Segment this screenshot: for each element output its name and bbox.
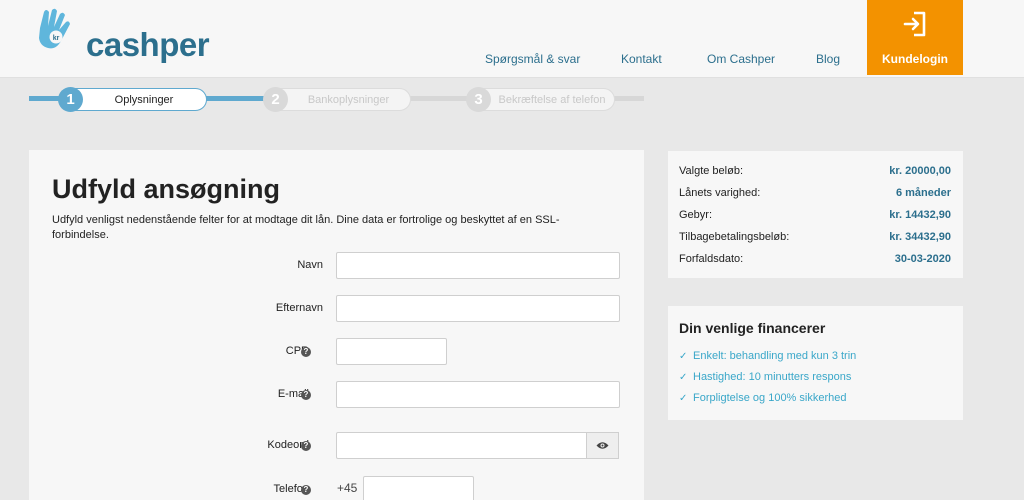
summary-row: Forfaldsdato: 30-03-2020: [679, 253, 951, 269]
phone-input[interactable]: [363, 476, 474, 500]
email-help-icon[interactable]: ?: [301, 390, 311, 400]
step-3: 3 Bekræftelse af telefon: [466, 87, 615, 112]
logo-wordmark: cashper: [86, 26, 210, 63]
summary-row: Gebyr: kr. 14432,90: [679, 209, 951, 225]
application-form: Udfyld ansøgning Udfyld venligst nedenst…: [29, 150, 644, 500]
summary-value: kr. 20000,00: [889, 165, 951, 177]
summary-row: Lånets varighed: 6 måneder: [679, 187, 951, 203]
summary-row: Tilbagebetalingsbeløb: kr. 34432,90: [679, 231, 951, 247]
progress-steps: 1 Oplysninger 2 Bankoplysninger 3 Bekræf…: [0, 79, 1024, 119]
loan-summary: Valgte beløb: kr. 20000,00 Lånets varigh…: [668, 151, 963, 278]
cpr-label: CPR: [285, 345, 309, 357]
summary-key: Lånets varighed:: [679, 187, 761, 199]
password-input[interactable]: [336, 432, 588, 459]
cpr-input[interactable]: [336, 338, 447, 365]
step-track-done: [29, 96, 59, 101]
form-intro-text: Udfyld venligst nedenstående felter for …: [52, 214, 560, 241]
site-header: kr cashper Spørgsmål & svar Kontakt Om C…: [0, 0, 1024, 78]
customer-login-button[interactable]: Kundelogin: [867, 0, 963, 75]
financer-feature-text: Forpligtelse og 100% sikkerhed: [693, 392, 847, 404]
phone-label: Telefon: [273, 483, 309, 495]
hand-logo-icon: kr: [39, 8, 70, 49]
summary-key: Tilbagebetalingsbeløb:: [679, 231, 790, 243]
nav-blog[interactable]: Blog: [816, 52, 840, 66]
efternavn-input[interactable]: [336, 295, 620, 322]
logo[interactable]: kr cashper: [34, 8, 210, 68]
financer-feature-text: Enkelt: behandling med kun 3 trin: [693, 350, 857, 362]
step-3-label: Bekræftelse af telefon: [498, 93, 606, 106]
eye-icon: [596, 442, 609, 449]
password-help-icon[interactable]: ?: [301, 441, 311, 451]
financer-title: Din venlige financerer: [679, 320, 826, 336]
step-track-current: [206, 96, 264, 101]
financer-feature: ✓ Hastighed: 10 minutters respons: [679, 371, 851, 383]
phone-prefix: +45: [337, 481, 358, 495]
email-input[interactable]: [336, 381, 620, 408]
summary-value: 6 måneder: [895, 187, 951, 199]
check-icon: ✓: [679, 393, 688, 404]
financer-feature: ✓ Enkelt: behandling med kun 3 trin: [679, 350, 856, 362]
nav-about[interactable]: Om Cashper: [707, 52, 775, 66]
customer-login-label: Kundelogin: [882, 52, 948, 66]
summary-key: Gebyr:: [679, 209, 713, 221]
financer-box: Din venlige financerer ✓ Enkelt: behandli…: [668, 306, 963, 420]
summary-value: kr. 14432,90: [889, 209, 951, 221]
check-icon: ✓: [679, 372, 688, 383]
nav-contact[interactable]: Kontakt: [621, 52, 662, 66]
show-password-button[interactable]: [586, 432, 619, 459]
step-2-label: Bankoplysninger: [307, 93, 390, 106]
cpr-help-icon[interactable]: ?: [301, 347, 311, 357]
summary-value: kr. 34432,90: [889, 231, 951, 243]
step-1-label: Oplysninger: [114, 93, 174, 106]
email-label: E-mail: [277, 388, 309, 400]
financer-feature: ✓ Forpligtelse og 100% sikkerhed: [679, 392, 846, 404]
password-label: Kodeord: [267, 439, 309, 451]
efternavn-label: Efternavn: [275, 302, 323, 314]
check-icon: ✓: [679, 351, 688, 362]
navn-input[interactable]: [336, 252, 620, 279]
summary-key: Valgte beløb:: [679, 165, 744, 177]
step-2: 2 Bankoplysninger: [263, 87, 411, 112]
step-1: 1 Oplysninger: [58, 87, 207, 112]
financer-feature-text: Hastighed: 10 minutters respons: [693, 371, 852, 383]
page-title: Udfyld ansøgning: [52, 174, 280, 204]
login-arrow-icon: [903, 11, 926, 37]
svg-text:kr: kr: [53, 35, 60, 42]
phone-help-icon[interactable]: ?: [301, 485, 311, 495]
nav-faq[interactable]: Spørgsmål & svar: [485, 52, 580, 66]
navn-label: Navn: [297, 259, 323, 271]
summary-value: 30-03-2020: [894, 253, 951, 265]
summary-key: Forfaldsdato:: [679, 253, 744, 265]
summary-row: Valgte beløb: kr. 20000,00: [679, 165, 951, 181]
